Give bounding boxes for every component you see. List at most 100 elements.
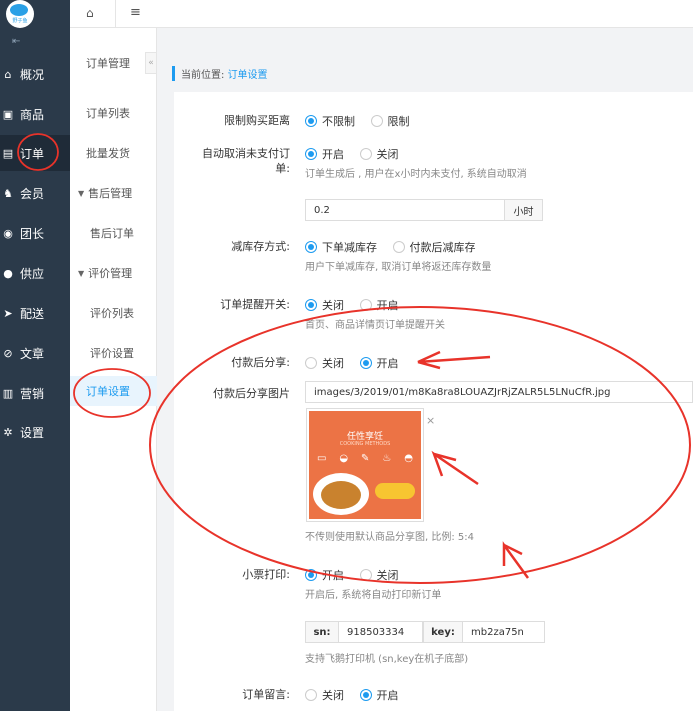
hours-unit: 小时 (505, 199, 543, 221)
hamburger-menu-icon[interactable]: ≡ (130, 5, 141, 20)
auto-cancel-hint: 订单生成后 , 用户在x小时内未支付, 系统自动取消 (305, 169, 527, 180)
oven-icon: ▭ (317, 453, 327, 464)
submenu-item-label: 订单设置 (86, 385, 130, 398)
receipt-print-off-radio[interactable]: 关闭 (359, 567, 399, 583)
receipt-print-label: 小票打印: (242, 568, 290, 581)
sidebar-item-member[interactable]: ♞ 会员 (0, 175, 70, 211)
logo-text: 野子鱼 (12, 18, 28, 24)
radio-label: 开启 (376, 689, 399, 702)
radio-checked (305, 241, 317, 253)
submenu-item-order-list[interactable]: 订单列表 (70, 98, 157, 128)
sidebar-item-overview[interactable]: ⌂ 概况 (0, 56, 70, 92)
divider (115, 0, 116, 28)
order-message-off-radio[interactable]: 关闭 (305, 687, 344, 703)
sidebar-item-order[interactable]: ▤ 订单 (0, 135, 70, 171)
pay-share-radios: 关闭 开启 (305, 355, 411, 372)
sn-input[interactable]: 918503334 (339, 621, 423, 643)
radio-unchecked (359, 569, 372, 581)
limit-distance-label: 限制购买距离 (224, 114, 290, 127)
receipt-print-radios: 开启 关闭 (305, 567, 411, 584)
submenu-group-review[interactable]: ▼ 评价管理 (70, 258, 157, 288)
knife-icon: ✎ (361, 453, 370, 464)
remove-image-close-icon[interactable]: × (426, 414, 435, 427)
radio-checked (305, 299, 317, 311)
order-remind-label: 订单提醒开关: (220, 298, 290, 311)
stock-on-order-radio[interactable]: 下单减库存 (305, 239, 377, 255)
sidebar-item-label: 订单 (20, 146, 45, 161)
submenu-title: 订单管理 (70, 48, 157, 78)
pay-share-on-radio[interactable]: 开启 (359, 355, 399, 371)
order-message-on-radio[interactable]: 开启 (359, 687, 399, 703)
sidebar-item-label: 会员 (20, 186, 45, 201)
submenu-item-order-settings[interactable]: 订单设置 (70, 376, 157, 406)
marketing-icon: ▥ (2, 386, 14, 400)
supply-icon: ● (3, 266, 13, 280)
collapse-submenu-icon[interactable]: « (145, 52, 157, 74)
home-icon: ⌂ (4, 67, 12, 81)
sidebar-item-article[interactable]: ⊘ 文章 (0, 335, 70, 371)
app-logo[interactable]: 野子鱼 (6, 0, 34, 28)
order-submenu: 订单管理 订单列表 批量发货 ▼ 售后管理 售后订单 ▼ 评价管理 评价列表 评价设… (70, 28, 157, 711)
grill-icon: ◓ (404, 453, 413, 464)
sidebar-item-settings[interactable]: ✲ 设置 (0, 414, 70, 450)
breadcrumb-current[interactable]: 订单设置 (228, 70, 268, 81)
radio-label: 关闭 (376, 569, 399, 582)
cloche-icon: ◒ (339, 453, 349, 464)
sidebar-item-delivery[interactable]: ➤ 配送 (0, 295, 70, 331)
radio-label: 不限制 (322, 115, 355, 128)
pay-share-off-radio[interactable]: 关闭 (305, 355, 344, 371)
key-label: key: (423, 621, 463, 643)
delivery-icon: ➤ (3, 306, 13, 320)
order-message-radios: 关闭 开启 (305, 687, 411, 704)
order-remind-on-radio[interactable]: 开启 (359, 297, 399, 313)
submenu-item-label: 批量发货 (86, 147, 130, 160)
sidebar-item-label: 营销 (20, 386, 45, 401)
member-icon: ♞ (3, 186, 13, 200)
submenu-item-review-list[interactable]: 评价列表 (70, 298, 157, 328)
limit-distance-limit-radio[interactable]: 限制 (370, 113, 410, 129)
share-image-thumbnail[interactable]: 任性享饪 COOKING METHODS ▭ ◒ ✎ ♨ ◓ (306, 408, 424, 522)
indent-icon[interactable]: ⇤ (12, 36, 20, 47)
auto-cancel-off-radio[interactable]: 关闭 (359, 146, 399, 162)
radio-label: 开启 (322, 569, 344, 582)
sidebar-item-label: 供应 (20, 266, 45, 281)
stock-on-pay-radio[interactable]: 付款后减库存 (392, 239, 476, 255)
limit-distance-none-radio[interactable]: 不限制 (305, 113, 355, 129)
sidebar-item-goods[interactable]: ▣ 商品 (0, 96, 70, 132)
radio-unchecked (305, 357, 317, 369)
radio-label: 付款后减库存 (409, 241, 476, 254)
order-icon: ▤ (2, 146, 14, 160)
submenu-item-aftersale-orders[interactable]: 售后订单 (70, 218, 157, 248)
sidebar-item-supply[interactable]: ● 供应 (0, 255, 70, 291)
radio-label: 限制 (387, 115, 410, 128)
submenu-item-label: 评价列表 (90, 307, 134, 320)
submenu-item-label: 售后管理 (88, 187, 133, 200)
article-icon: ⊘ (3, 346, 13, 360)
sn-label: sn: (305, 621, 339, 643)
stock-mode-hint: 用户下单减库存, 取消订单将返还库存数量 (305, 262, 492, 273)
submenu-item-batch-ship[interactable]: 批量发货 (70, 138, 157, 168)
radio-label: 关闭 (322, 357, 344, 370)
home-icon[interactable]: ⌂ (86, 6, 100, 20)
receipt-print-hint: 开启后, 系统将自动打印新订单 (305, 590, 442, 601)
submenu-group-aftersale[interactable]: ▼ 售后管理 (70, 178, 157, 208)
pot-icon: ♨ (382, 453, 392, 464)
submenu-item-review-settings[interactable]: 评价设置 (70, 338, 157, 368)
sidebar-item-marketing[interactable]: ▥ 营销 (0, 375, 70, 411)
sidebar-item-leader[interactable]: ◉ 团长 (0, 215, 70, 251)
order-remind-off-radio[interactable]: 关闭 (305, 297, 344, 313)
share-image-path-input[interactable]: images/3/2019/01/m8Ka8ra8LOUAZJrRjZALR5L… (305, 381, 693, 403)
radio-label: 开启 (322, 148, 344, 161)
order-remind-radios: 关闭 开启 (305, 297, 411, 314)
sidebar-item-label: 概况 (20, 67, 45, 82)
radio-checked (305, 569, 317, 581)
key-input[interactable]: mb2za75n (463, 621, 545, 643)
receipt-print-on-radio[interactable]: 开启 (305, 567, 344, 583)
auto-cancel-label-line2: 单: (275, 162, 290, 175)
auto-cancel-on-radio[interactable]: 开启 (305, 146, 344, 162)
breadcrumb-prefix: 当前位置: (181, 70, 225, 81)
pay-share-label: 付款后分享: (231, 356, 290, 369)
submenu-item-label: 订单列表 (86, 107, 130, 120)
stock-mode-radios: 下单减库存 付款后减库存 (305, 239, 488, 256)
auto-cancel-hours-input[interactable]: 0.2 (305, 199, 505, 221)
